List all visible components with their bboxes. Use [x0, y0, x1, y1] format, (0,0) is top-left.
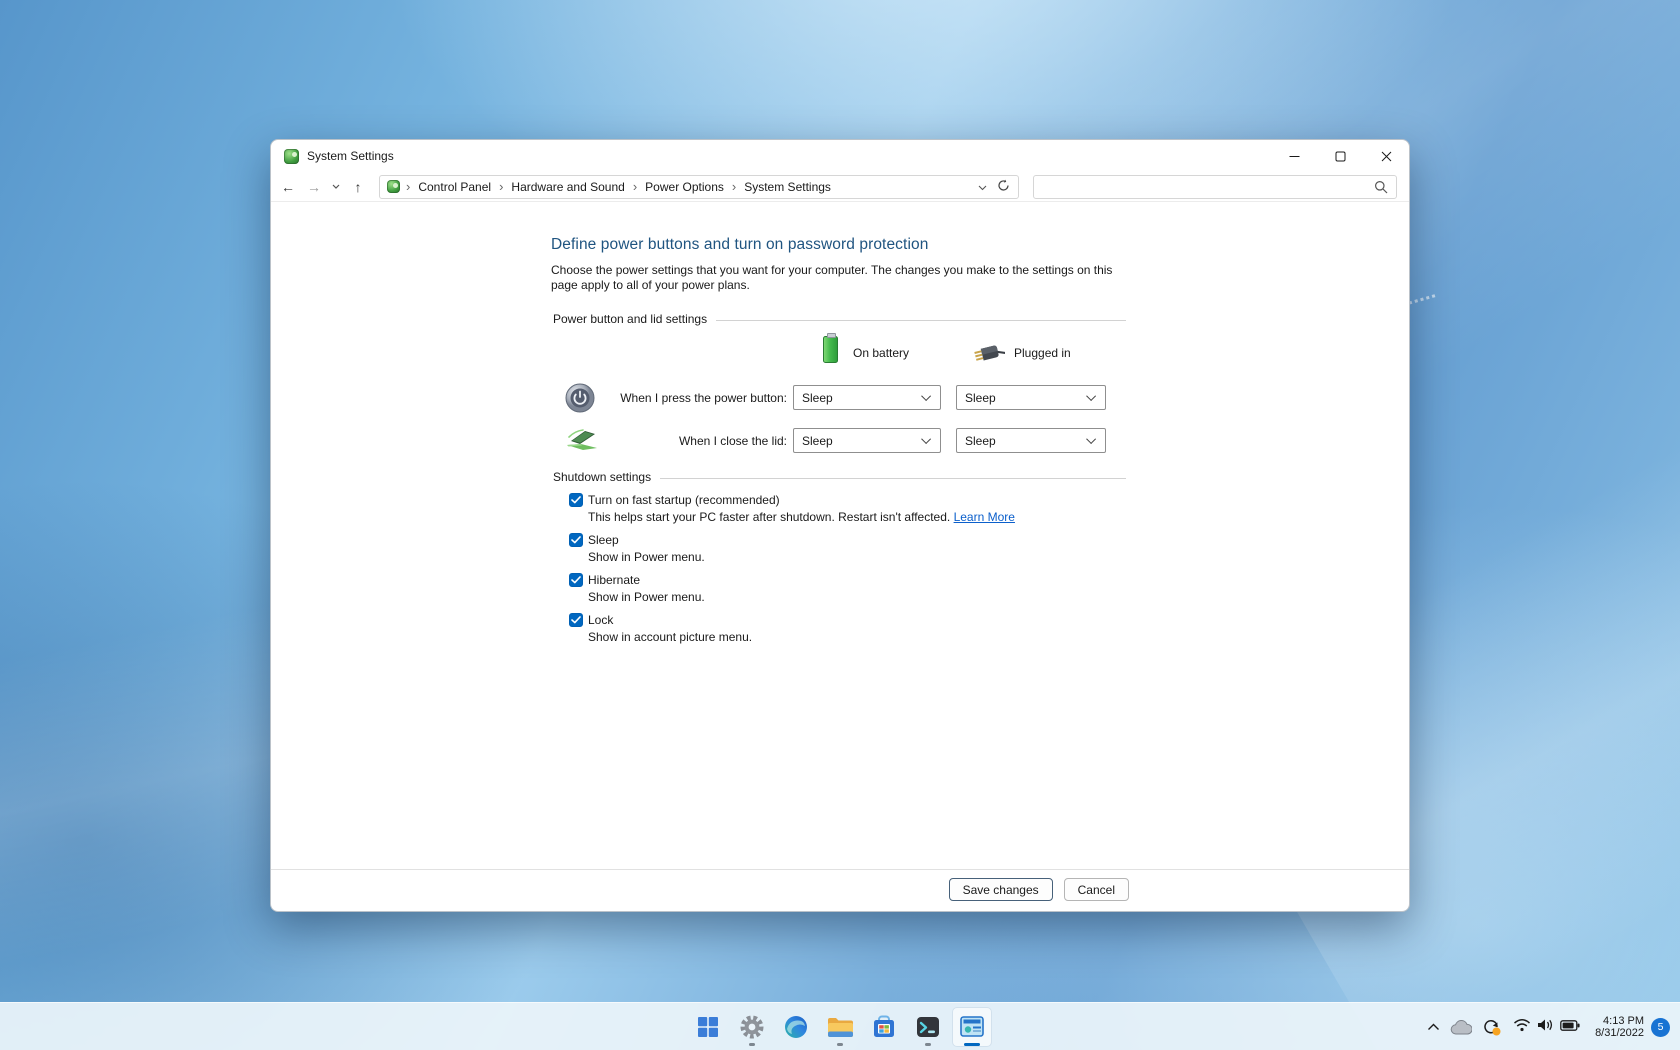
plug-icon [973, 342, 1005, 369]
fast-startup-label[interactable]: Turn on fast startup (recommended) [588, 493, 780, 507]
learn-more-link[interactable]: Learn More [954, 510, 1015, 524]
breadcrumb-separator-icon: › [400, 179, 416, 194]
sync-status-icon[interactable] [1477, 1007, 1507, 1047]
lid-close-plugged-in-dropdown[interactable]: Sleep [956, 428, 1106, 453]
section-rule [660, 478, 1126, 479]
address-dropdown-chevron-icon[interactable] [978, 180, 987, 194]
page-content: Define power buttons and turn on passwor… [271, 202, 1409, 911]
terminal-taskbar-icon[interactable] [908, 1007, 948, 1047]
hidden-icons-chevron-icon[interactable] [1422, 1007, 1445, 1047]
on-battery-column-header: On battery [853, 346, 909, 360]
hibernate-option: Hibernate Show in Power menu. [553, 573, 1126, 604]
sleep-checkbox[interactable] [569, 533, 583, 547]
chevron-down-icon [921, 434, 931, 444]
lid-close-on-battery-dropdown[interactable]: Sleep [793, 428, 941, 453]
battery-icon [823, 336, 838, 363]
active-app-indicator [964, 1043, 980, 1046]
breadcrumb-separator-icon: › [493, 179, 509, 194]
time-text: 4:13 PM [1595, 1015, 1644, 1028]
window-title: System Settings [307, 149, 394, 163]
page-intro-line1: Choose the power settings that you want … [551, 263, 1113, 278]
system-settings-window: System Settings ← → ↑ [270, 139, 1410, 912]
breadcrumb-separator-icon: › [627, 179, 643, 194]
power-button-on-battery-dropdown[interactable]: Sleep [793, 385, 941, 410]
power-button-row: When I press the power button: Sleep Sle… [553, 384, 1126, 411]
breadcrumb-control-panel[interactable]: Control Panel [416, 179, 493, 195]
start-button[interactable] [688, 1007, 728, 1047]
save-changes-button[interactable]: Save changes [949, 878, 1053, 901]
shutdown-section: Shutdown settings Turn on fast startup (… [553, 470, 1126, 644]
lid-close-row: When I close the lid: Sleep Sleep [553, 427, 1126, 454]
lock-checkbox[interactable] [569, 613, 583, 627]
sleep-option: Sleep Show in Power menu. [553, 533, 1126, 564]
chevron-down-icon [1086, 434, 1096, 444]
microsoft-store-taskbar-icon[interactable] [864, 1007, 904, 1047]
power-section-title: Power button and lid settings [553, 312, 707, 326]
recent-locations-chevron-icon[interactable] [327, 174, 345, 200]
date-text: 8/31/2022 [1595, 1027, 1644, 1040]
maximize-button[interactable] [1317, 140, 1363, 172]
volume-icon [1537, 1018, 1554, 1037]
power-options-breadcrumb-icon [387, 180, 400, 193]
onedrive-icon[interactable] [1445, 1007, 1477, 1047]
lid-close-row-label: When I close the lid: [609, 434, 790, 448]
power-button-plugged-in-dropdown[interactable]: Sleep [956, 385, 1106, 410]
sleep-description: Show in Power menu. [588, 550, 1126, 564]
settings-taskbar-icon[interactable] [732, 1007, 772, 1047]
hibernate-checkbox[interactable] [569, 573, 583, 587]
file-explorer-taskbar-icon[interactable] [820, 1007, 860, 1047]
fast-startup-description: This helps start your PC faster after sh… [588, 510, 1126, 524]
system-settings-taskbar-icon[interactable] [952, 1007, 992, 1047]
notification-badge[interactable]: 5 [1651, 1018, 1670, 1037]
chevron-down-icon [921, 391, 931, 401]
taskbar-clock[interactable]: 4:13 PM 8/31/2022 [1595, 1015, 1644, 1040]
wifi-icon [1513, 1018, 1531, 1037]
refresh-icon[interactable] [997, 179, 1010, 195]
desktop: System Settings ← → ↑ [0, 0, 1680, 1050]
quick-settings-button[interactable] [1507, 1007, 1586, 1047]
breadcrumb-hardware-and-sound[interactable]: Hardware and Sound [509, 179, 626, 195]
battery-tray-icon [1560, 1018, 1580, 1036]
taskbar: 4:13 PM 8/31/2022 5 [0, 1002, 1680, 1050]
search-box[interactable] [1033, 175, 1397, 199]
fast-startup-option: Turn on fast startup (recommended) This … [553, 493, 1126, 524]
plugged-in-column-header: Plugged in [1014, 346, 1071, 360]
power-button-icon [553, 383, 609, 413]
laptop-lid-icon [553, 427, 609, 455]
search-icon[interactable] [1374, 180, 1388, 199]
close-button[interactable] [1363, 140, 1409, 172]
up-button[interactable]: ↑ [345, 174, 371, 200]
cancel-button[interactable]: Cancel [1064, 878, 1129, 901]
sleep-label[interactable]: Sleep [588, 533, 619, 547]
fast-startup-checkbox[interactable] [569, 493, 583, 507]
lock-label[interactable]: Lock [588, 613, 613, 627]
edge-taskbar-icon[interactable] [776, 1007, 816, 1047]
running-indicator [749, 1043, 755, 1046]
breadcrumb-separator-icon: › [726, 179, 742, 194]
hibernate-description: Show in Power menu. [588, 590, 1126, 604]
chevron-down-icon [1086, 391, 1096, 401]
running-indicator [837, 1043, 843, 1046]
forward-button[interactable]: → [301, 174, 327, 200]
breadcrumb-power-options[interactable]: Power Options [643, 179, 726, 195]
breadcrumb-system-settings[interactable]: System Settings [742, 179, 833, 195]
footer-divider [271, 869, 1409, 870]
address-bar[interactable]: › Control Panel › Hardware and Sound › P… [379, 175, 1019, 199]
hibernate-label[interactable]: Hibernate [588, 573, 640, 587]
running-indicator [925, 1043, 931, 1046]
section-rule [716, 320, 1126, 321]
power-options-icon [284, 149, 299, 164]
search-input[interactable] [1034, 176, 1396, 198]
power-button-row-label: When I press the power button: [609, 391, 790, 405]
navigation-bar: ← → ↑ › Control Panel › Hardware and Sou… [271, 172, 1409, 202]
lock-option: Lock Show in account picture menu. [553, 613, 1126, 644]
page-title: Define power buttons and turn on passwor… [551, 236, 1113, 254]
title-bar[interactable]: System Settings [271, 140, 1409, 172]
power-button-section: Power button and lid settings On battery [553, 312, 1126, 454]
shutdown-section-title: Shutdown settings [553, 470, 651, 484]
minimize-button[interactable] [1271, 140, 1317, 172]
lock-description: Show in account picture menu. [588, 630, 1126, 644]
back-button[interactable]: ← [275, 174, 301, 200]
page-intro-line2: page apply to all of your power plans. [551, 278, 1113, 293]
